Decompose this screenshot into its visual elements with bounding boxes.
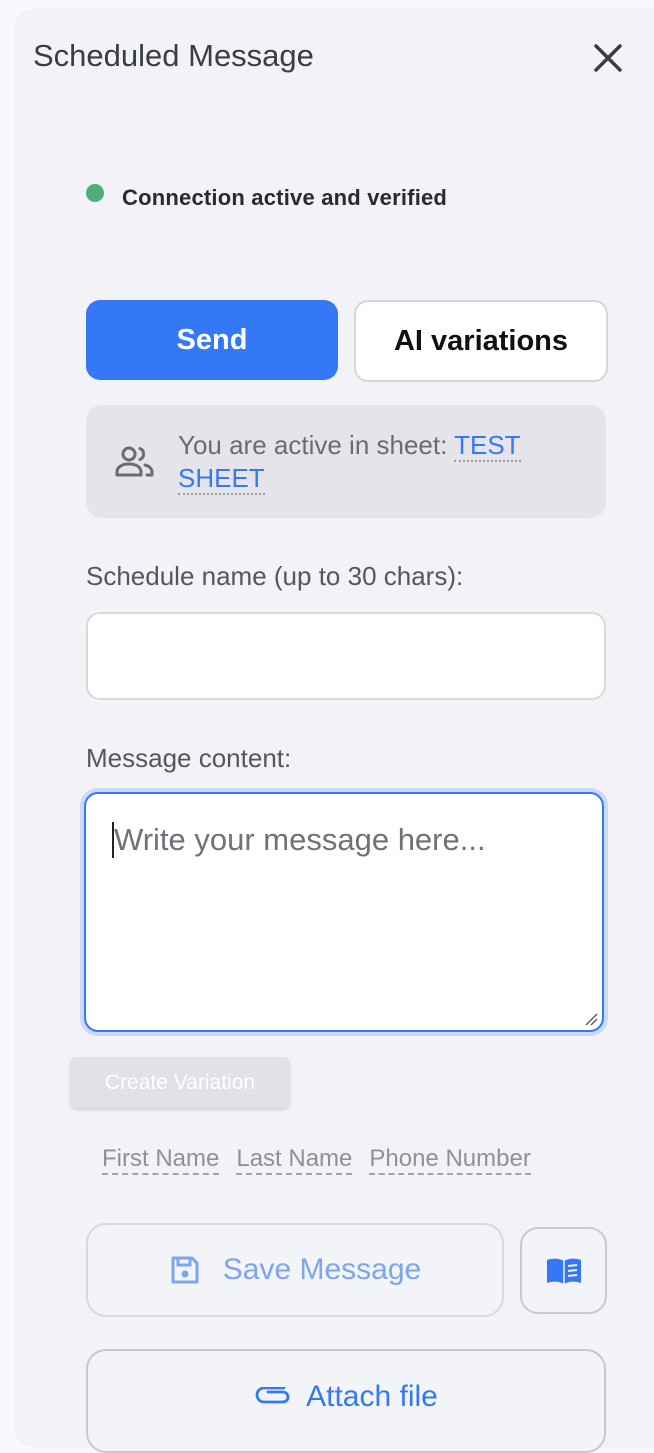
save-message-button[interactable]: Save Message	[86, 1223, 504, 1317]
status-text: Connection active and verified	[122, 185, 448, 210]
active-sheet-notice: You are active in sheet: TEST SHEET	[86, 405, 606, 518]
floppy-disk-icon	[171, 1256, 199, 1284]
close-icon	[594, 44, 622, 72]
status-dot-icon	[86, 184, 104, 202]
text-caret	[112, 822, 114, 858]
variable-first-name[interactable]: First Name	[102, 1144, 220, 1175]
message-library-button[interactable]	[520, 1227, 607, 1314]
schedule-name-input[interactable]	[86, 612, 606, 700]
resize-handle-icon[interactable]	[584, 1012, 598, 1026]
connection-status: Connection active and verified	[86, 181, 447, 211]
create-variation-button[interactable]: Create Variation	[70, 1057, 290, 1108]
close-button[interactable]	[590, 40, 626, 76]
variable-tags: First Name Last Name Phone Number	[102, 1144, 531, 1175]
users-icon	[115, 446, 154, 477]
active-sheet-text: You are active in sheet: TEST SHEET	[178, 429, 578, 495]
active-sheet-prefix: You are active in sheet:	[178, 430, 455, 460]
variable-last-name[interactable]: Last Name	[236, 1144, 353, 1175]
book-icon	[546, 1258, 581, 1284]
attach-file-button[interactable]: Attach file	[86, 1349, 606, 1453]
ai-variations-tab-button[interactable]: AI variations	[354, 300, 608, 382]
message-content-textarea[interactable]: Write your message here...	[84, 792, 604, 1032]
message-placeholder: Write your message here...	[114, 822, 486, 857]
save-message-label: Save Message	[222, 1253, 422, 1286]
schedule-name-label: Schedule name (up to 30 chars):	[86, 561, 464, 591]
paperclip-icon	[255, 1387, 290, 1404]
attach-file-label: Attach file	[306, 1380, 438, 1413]
attach-file-content: Attach file	[254, 1379, 438, 1415]
panel-title: Scheduled Message	[33, 38, 314, 73]
message-content-label: Message content:	[86, 743, 292, 773]
variable-phone-number[interactable]: Phone Number	[369, 1144, 531, 1175]
send-tab-button[interactable]: Send	[86, 300, 338, 380]
